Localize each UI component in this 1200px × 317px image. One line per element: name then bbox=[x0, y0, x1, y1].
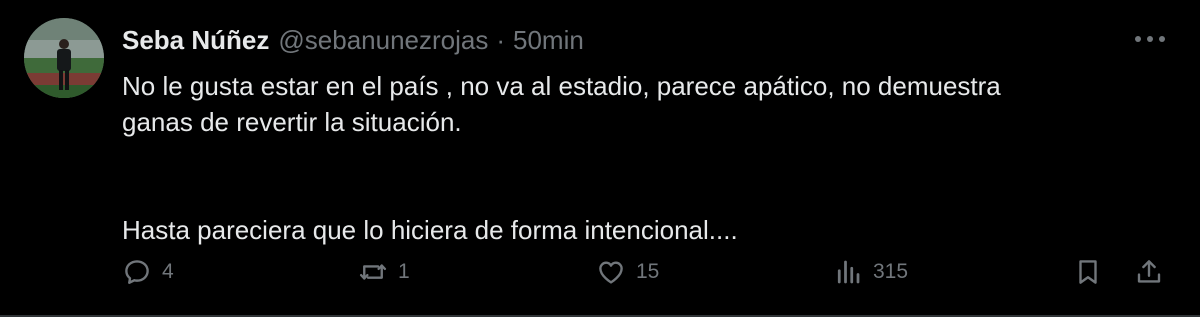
separator-dot: · bbox=[496, 24, 506, 55]
views-count: 315 bbox=[873, 260, 909, 283]
views-button[interactable]: 315 bbox=[833, 250, 908, 294]
timestamp[interactable]: 50min bbox=[513, 25, 584, 56]
display-name[interactable]: Seba Núñez bbox=[122, 25, 269, 56]
tweet-text-line: ganas de revertir la situación. bbox=[122, 107, 462, 137]
share-button[interactable] bbox=[1134, 250, 1164, 294]
like-count: 15 bbox=[636, 260, 660, 283]
tweet-header: Seba Núñez @sebanunezrojas · 50min bbox=[122, 20, 584, 60]
tweet-text-line: No le gusta estar en el país , no va al … bbox=[122, 71, 1001, 101]
more-icon bbox=[1135, 36, 1165, 42]
tweet-card[interactable]: Seba Núñez @sebanunezrojas · 50min No le… bbox=[0, 0, 1200, 317]
bookmark-icon bbox=[1079, 260, 1097, 284]
repost-icon bbox=[359, 264, 387, 280]
reply-count: 4 bbox=[162, 260, 174, 283]
like-button[interactable]: 15 bbox=[596, 250, 659, 294]
reply-icon bbox=[125, 260, 149, 284]
tweet-text-line: Hasta pareciera que lo hiciera de forma … bbox=[122, 215, 738, 245]
share-icon bbox=[1137, 260, 1161, 283]
reply-button[interactable]: 4 bbox=[122, 250, 174, 294]
avatar[interactable] bbox=[24, 18, 104, 98]
heart-icon bbox=[599, 261, 623, 284]
bookmark-button[interactable] bbox=[1073, 250, 1103, 294]
views-icon bbox=[837, 260, 860, 284]
repost-button[interactable]: 1 bbox=[358, 250, 410, 294]
user-handle[interactable]: @sebanunezrojas bbox=[278, 25, 488, 56]
action-bar: 4 1 15 315 bbox=[0, 250, 1200, 294]
avatar-photo bbox=[24, 18, 104, 98]
more-button[interactable] bbox=[1130, 24, 1170, 54]
repost-count: 1 bbox=[398, 260, 410, 283]
tweet-text: No le gusta estar en el país , no va al … bbox=[122, 68, 1172, 248]
